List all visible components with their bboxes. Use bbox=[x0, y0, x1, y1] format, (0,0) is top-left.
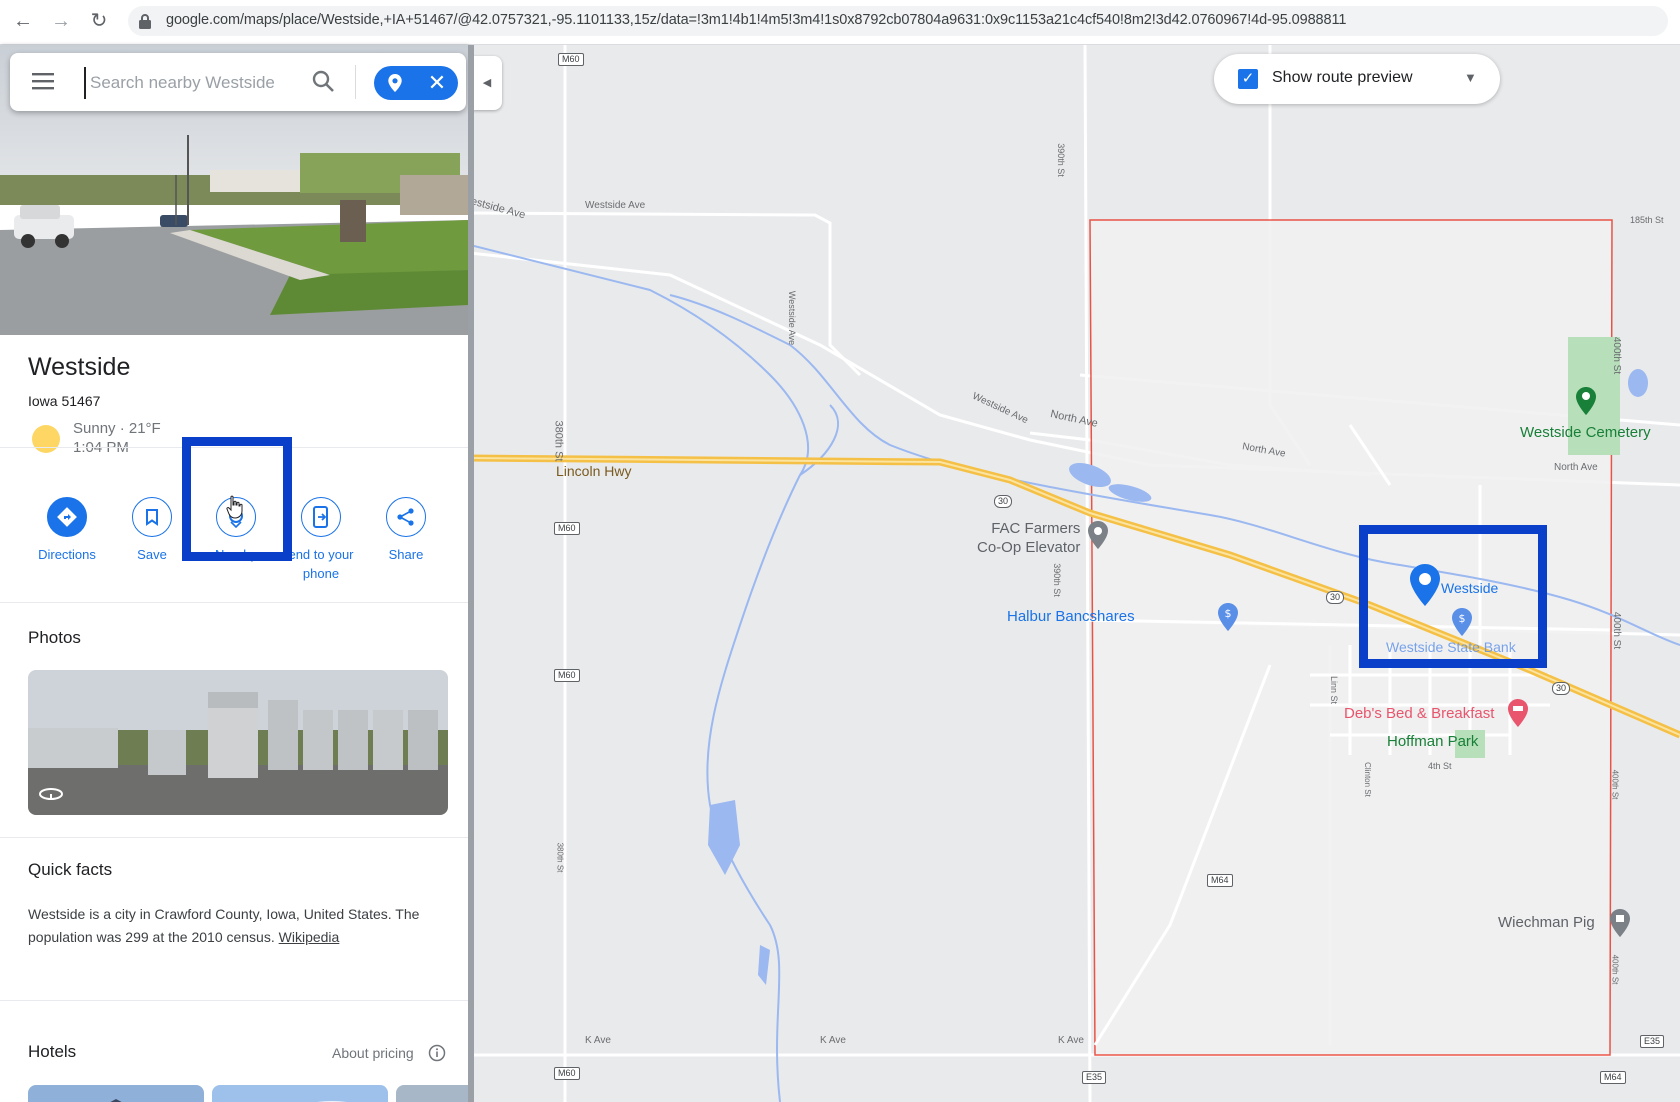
share-label: Share bbox=[388, 547, 424, 562]
360-view-icon[interactable] bbox=[38, 785, 64, 803]
place-label-debs[interactable]: Deb's Bed & Breakfast bbox=[1344, 705, 1494, 722]
directions-pill[interactable]: ✕ bbox=[374, 66, 458, 100]
highway-shield: M64 bbox=[1600, 1071, 1626, 1084]
hand-cursor-icon bbox=[226, 495, 243, 519]
hotel-thumbnail[interactable] bbox=[396, 1085, 468, 1102]
back-icon[interactable]: ← bbox=[10, 8, 36, 34]
road-label: Westside Ave bbox=[787, 290, 798, 346]
highway-shield: M60 bbox=[554, 522, 580, 535]
place-label-hoffman[interactable]: Hoffman Park bbox=[1387, 733, 1478, 750]
road-label: 400th St bbox=[1610, 954, 1620, 985]
search-input[interactable] bbox=[84, 67, 302, 99]
highway-shield: M60 bbox=[554, 669, 580, 682]
search-bar: ✕ bbox=[10, 53, 466, 111]
road-label: K Ave bbox=[820, 1035, 846, 1046]
hamburger-menu-icon[interactable] bbox=[32, 72, 54, 90]
quick-facts-text: Westside is a city in Crawford County, I… bbox=[28, 903, 453, 949]
hotel-thumbnail[interactable] bbox=[212, 1085, 388, 1102]
directions-button[interactable]: Directions bbox=[22, 497, 112, 564]
share-icon bbox=[397, 508, 414, 526]
weather-condition: Sunny · 21°F bbox=[73, 420, 161, 437]
highway-shield: 30 bbox=[1552, 682, 1571, 695]
road-label: K Ave bbox=[1058, 1035, 1084, 1046]
sunny-weather-icon bbox=[32, 425, 60, 453]
wikipedia-link[interactable]: Wikipedia bbox=[279, 929, 340, 945]
close-icon[interactable]: ✕ bbox=[424, 70, 450, 96]
share-button[interactable]: Share bbox=[361, 497, 451, 564]
collapse-panel-button[interactable]: ◀ bbox=[472, 56, 502, 110]
highway-shield: 30 bbox=[994, 495, 1013, 508]
photos-heading: Photos bbox=[28, 628, 81, 647]
info-icon[interactable] bbox=[428, 1044, 446, 1062]
highway-shield: E35 bbox=[1640, 1035, 1665, 1048]
forward-icon[interactable]: → bbox=[48, 8, 74, 34]
lake bbox=[708, 800, 740, 875]
road-label: Lincoln Hwy bbox=[556, 463, 632, 479]
send-to-phone-icon bbox=[313, 506, 328, 528]
place-panel: ✕ Westside Iowa 51467 Sunny · 21°F 1:04 … bbox=[0, 45, 468, 1102]
highway-shield: M60 bbox=[554, 1067, 580, 1080]
place-label-halbur[interactable]: Halbur Bancshares bbox=[1007, 608, 1135, 625]
reload-icon[interactable]: ↻ bbox=[86, 8, 112, 34]
photo-thumbnail[interactable] bbox=[28, 670, 448, 815]
cemetery-pin-icon[interactable] bbox=[1576, 387, 1596, 415]
highway-shield: M64 bbox=[1207, 874, 1233, 887]
road-label: 390th St bbox=[1051, 563, 1062, 597]
lock-icon bbox=[139, 14, 151, 29]
road-label: Westside Ave bbox=[585, 200, 646, 211]
divider bbox=[0, 837, 468, 838]
divider bbox=[0, 602, 468, 603]
road-label: 380th St bbox=[555, 842, 565, 873]
bank-pin-icon[interactable]: $ bbox=[1218, 603, 1238, 631]
route-preview-toggle[interactable]: ✓ Show route preview ▼ bbox=[1214, 54, 1500, 104]
place-pin-icon[interactable] bbox=[1088, 521, 1108, 549]
road-label: 185th St bbox=[1630, 215, 1664, 225]
hotel-thumbnail[interactable] bbox=[28, 1085, 204, 1102]
browser-toolbar: ← → ↻ google.com/maps/place/Westside,+IA… bbox=[0, 0, 1680, 45]
quick-facts-heading: Quick facts bbox=[28, 860, 113, 879]
directions-label: Directions bbox=[38, 547, 96, 562]
lodging-pin-icon[interactable] bbox=[1508, 699, 1528, 727]
road-label: K Ave bbox=[585, 1035, 611, 1046]
dropdown-arrow-icon[interactable]: ▼ bbox=[1464, 70, 1477, 85]
bookmark-icon bbox=[146, 509, 158, 526]
divider bbox=[355, 65, 356, 99]
highway-shield: M60 bbox=[558, 53, 584, 66]
hotels-heading: Hotels bbox=[28, 1042, 77, 1061]
search-icon[interactable] bbox=[310, 68, 336, 94]
divider bbox=[0, 1000, 468, 1001]
road-label: North Ave bbox=[1554, 462, 1598, 473]
weather-info: Sunny · 21°F 1:04 PM bbox=[73, 419, 161, 457]
checkbox-checked-icon[interactable]: ✓ bbox=[1238, 69, 1258, 89]
road-label: 400th St bbox=[1610, 769, 1620, 800]
location-pin-icon[interactable] bbox=[384, 72, 406, 94]
road-label: Linn St bbox=[1329, 675, 1340, 705]
highway-shield: E35 bbox=[1082, 1071, 1107, 1084]
road-label: 4th St bbox=[1428, 761, 1452, 771]
url-text: google.com/maps/place/Westside,+IA+51467… bbox=[166, 12, 1347, 28]
facts-body: Westside is a city in Crawford County, I… bbox=[28, 906, 420, 945]
address-bar[interactable]: google.com/maps/place/Westside,+IA+51467… bbox=[128, 6, 1668, 36]
road-label: 390th St bbox=[1055, 143, 1066, 177]
highway-shield: 30 bbox=[1326, 591, 1345, 604]
place-label-cemetery[interactable]: Westside Cemetery bbox=[1520, 424, 1651, 441]
panel-scrollbar[interactable] bbox=[468, 45, 474, 1102]
route-preview-label: Show route preview bbox=[1272, 69, 1413, 86]
directions-icon bbox=[57, 507, 77, 527]
place-address: Iowa 51467 bbox=[28, 393, 101, 409]
road-label: 400th St bbox=[1611, 336, 1623, 375]
road-label: 400th St bbox=[1611, 611, 1623, 650]
business-pin-icon[interactable] bbox=[1610, 909, 1630, 937]
road-label: Clinton St bbox=[1362, 762, 1372, 797]
place-label-fac[interactable]: FAC Farmers Co-Op Elevator bbox=[977, 519, 1080, 557]
svg-text:$: $ bbox=[1225, 607, 1232, 620]
about-pricing-link[interactable]: About pricing bbox=[332, 1045, 414, 1061]
place-label-wiechman[interactable]: Wiechman Pig bbox=[1498, 914, 1595, 931]
road-label: 380th St bbox=[552, 420, 565, 462]
highlight-box-westside bbox=[1359, 525, 1547, 668]
place-title: Westside bbox=[28, 353, 131, 381]
